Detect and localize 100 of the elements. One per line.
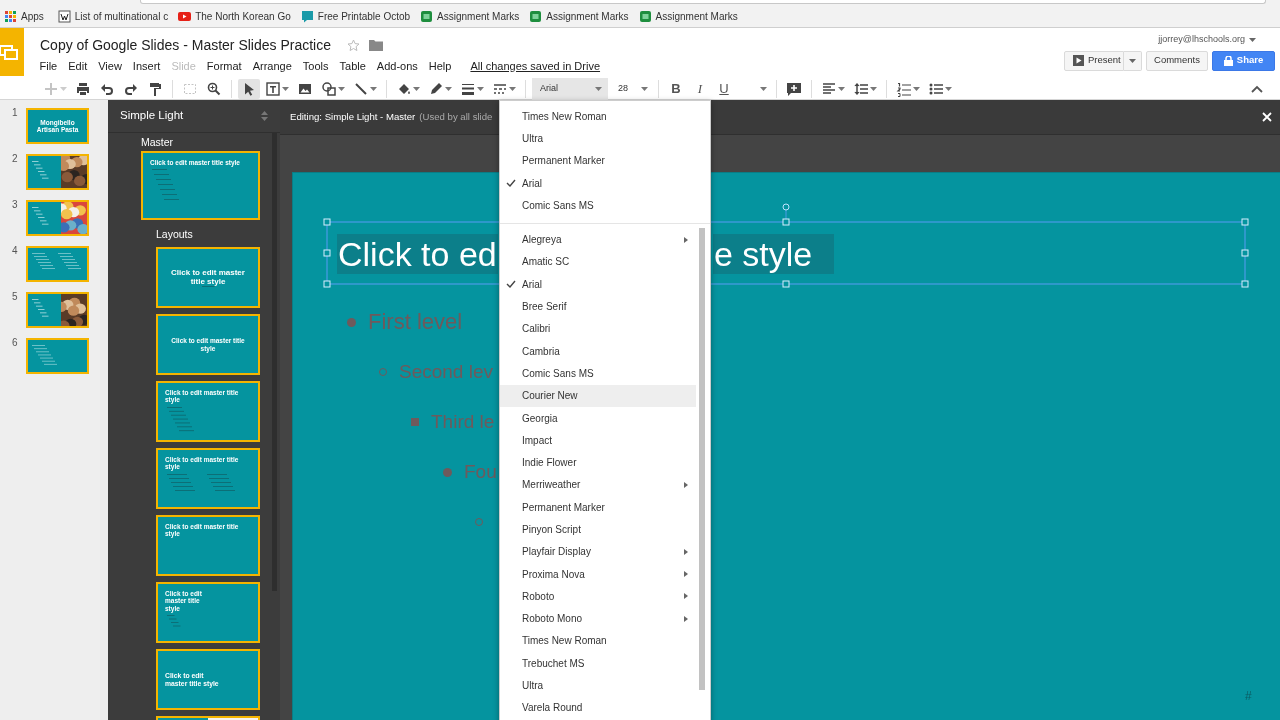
underline-button[interactable]: U (713, 78, 735, 99)
text-lines-drawing (167, 473, 235, 491)
app-icon (529, 10, 543, 23)
present-button[interactable]: Present (1064, 50, 1124, 71)
font-size-dropdown[interactable]: 28 (610, 78, 652, 99)
lock-icon (1223, 55, 1233, 66)
font-option[interactable]: Ultra (500, 674, 710, 697)
slide-thumbnail[interactable] (26, 292, 89, 328)
bookmark-link[interactable]: Assignment Marks (655, 9, 738, 24)
font-option[interactable]: Georgia (500, 406, 710, 430)
font-option[interactable]: Playfair Display (500, 540, 710, 563)
sort-icon[interactable] (261, 111, 268, 121)
font-option[interactable]: Roboto (500, 585, 710, 608)
text-lines-drawing (32, 345, 57, 365)
font-option[interactable]: Ultra (500, 127, 710, 150)
submenu-arrow-icon (684, 571, 688, 578)
caret-icon (1249, 37, 1256, 42)
section-label: Master (141, 135, 175, 149)
text-lines-drawing (32, 207, 49, 225)
font-option[interactable]: Comic Sans MS (500, 362, 710, 385)
font-option[interactable]: Times New Roman (500, 105, 710, 128)
caret-icon (870, 86, 877, 91)
font-option[interactable]: Cambria (500, 339, 710, 363)
slide-thumbnail[interactable] (26, 246, 89, 282)
font-option[interactable]: Varela Round (500, 696, 710, 719)
submenu-arrow-icon (684, 593, 688, 600)
scrollbar[interactable] (699, 228, 705, 690)
bookmark-link[interactable]: Free Printable Octob (317, 9, 411, 24)
folder-icon[interactable] (369, 39, 383, 51)
numbered-list-icon (896, 80, 912, 97)
share-button[interactable]: Share (1212, 50, 1275, 71)
bookmark-link[interactable]: Assignment Marks (437, 9, 520, 24)
menu-item[interactable]: View (92, 59, 128, 73)
font-option[interactable]: Permanent Marker (500, 496, 710, 519)
font-option[interactable]: Times New Roman (500, 629, 710, 653)
slide-number: 5 (12, 292, 19, 302)
slide-thumbnail[interactable] (26, 338, 89, 374)
font-option[interactable]: Alegreya (500, 228, 710, 251)
document-title[interactable]: Copy of Google Slides - Master Slides Practice (40, 36, 331, 54)
slide-title[interactable]: e style (713, 234, 835, 274)
font-option[interactable]: Courier New (500, 384, 696, 407)
layout-thumbnail[interactable]: Click to edit master title style (156, 247, 260, 308)
font-option[interactable]: Proxima Nova (500, 562, 710, 586)
italic-button[interactable]: I (689, 78, 711, 99)
account-email[interactable]: jjorrey@lhschools.org (1158, 33, 1245, 47)
menu-item[interactable]: Help (423, 59, 457, 73)
font-option[interactable]: Arial (500, 171, 710, 195)
font-option[interactable]: Pinyon Script (500, 518, 710, 541)
font-dropdown[interactable]: Arial (532, 77, 608, 100)
menu-item[interactable]: Edit (62, 59, 93, 73)
zoom-icon (206, 80, 222, 97)
text-lines-drawing (167, 615, 181, 628)
submenu-arrow-icon (684, 548, 688, 555)
menu-item[interactable]: Format (201, 59, 248, 73)
font-option[interactable]: Arial (500, 273, 710, 296)
bullet-icon (411, 418, 419, 426)
bookmark-link[interactable]: Assignment Marks (546, 9, 629, 24)
page-icon (57, 10, 71, 23)
menu-item[interactable]: Arrange (247, 59, 298, 73)
bubble-icon (300, 10, 314, 23)
menu-item[interactable]: File (34, 59, 63, 73)
close-icon[interactable] (1262, 112, 1272, 122)
font-option[interactable]: Calibri (500, 317, 710, 340)
slide-title[interactable]: Click to ed (337, 234, 498, 274)
font-option[interactable]: Comic Sans MS (500, 194, 710, 217)
border-color-icon (428, 80, 444, 97)
bookmark-link[interactable]: List of multinational c (74, 9, 169, 24)
pointer-button[interactable] (238, 78, 260, 99)
slide-number: # (1245, 688, 1252, 705)
bookmark-link[interactable]: Apps (21, 9, 44, 24)
slide-number: 1 (12, 108, 19, 118)
text-lines-drawing (32, 299, 49, 317)
font-option[interactable]: Roboto Mono (500, 607, 710, 630)
caret-icon (338, 86, 345, 91)
menu-item[interactable]: Table (334, 59, 372, 73)
comments-button[interactable]: Comments (1146, 50, 1208, 71)
bold-button[interactable]: B (665, 78, 687, 99)
star-icon[interactable] (347, 38, 360, 52)
font-option[interactable]: Merriweather (500, 473, 710, 497)
save-status-link[interactable]: All changes saved in Drive (464, 59, 606, 73)
bookmark-link[interactable]: The North Korean Go (195, 9, 291, 24)
font-option[interactable]: Bree Serif (500, 295, 710, 318)
font-option[interactable]: Permanent Marker (500, 149, 710, 172)
caret-icon (1129, 58, 1136, 63)
font-option[interactable]: Amatic SC (500, 250, 710, 274)
slide-number: 6 (12, 338, 19, 348)
apps-grid-icon (4, 10, 17, 23)
font-option[interactable]: Trebuchet MS (500, 652, 710, 675)
menu-item[interactable]: Insert (127, 59, 166, 73)
app-icon (420, 10, 434, 23)
font-option[interactable]: Impact (500, 429, 710, 452)
play-icon (178, 10, 192, 23)
present-menu-button[interactable] (1124, 50, 1142, 71)
caret-icon (838, 86, 845, 91)
font-option[interactable]: Indie Flower (500, 451, 710, 474)
menu-item[interactable]: Tools (297, 59, 334, 73)
slide-thumbnail[interactable] (26, 200, 89, 236)
caret-icon (913, 86, 920, 91)
slide-thumbnail[interactable] (26, 154, 89, 190)
menu-item[interactable]: Add-ons (371, 59, 424, 73)
